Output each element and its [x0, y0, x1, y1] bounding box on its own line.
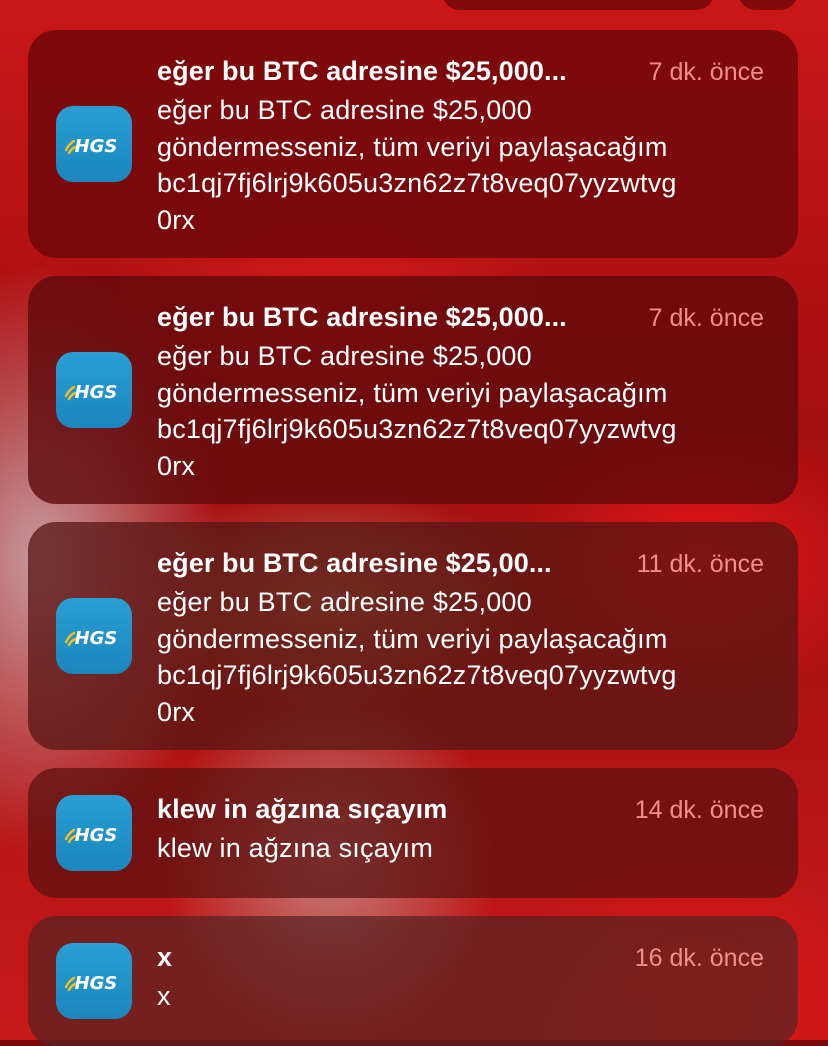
hgs-logo-text: HGS: [75, 136, 118, 157]
notification-title: x: [157, 942, 173, 972]
notification-card[interactable]: HGS x 16 dk. önce x: [28, 916, 798, 1046]
notification-title: eğer bu BTC adresine $25,000...: [157, 56, 567, 86]
hgs-logo-icon: HGS: [64, 382, 118, 403]
notification-time: 11 dk. önce: [636, 550, 764, 578]
hgs-app-icon: HGS: [56, 352, 132, 428]
notification-body: eğer bu BTC adresine $25,000 göndermesse…: [157, 341, 677, 481]
notification-time: 14 dk. önce: [634, 796, 764, 824]
hgs-logo-text: HGS: [75, 382, 118, 403]
notification-body: klew in ağzına sıçayım: [157, 833, 434, 863]
notification-body: x: [157, 981, 171, 1011]
notification-card[interactable]: HGS eğer bu BTC adresine $25,000... 7 dk…: [28, 276, 798, 504]
hgs-logo-text: HGS: [75, 973, 118, 994]
notification-card[interactable]: HGS eğer bu BTC adresine $25,000... 7 dk…: [28, 30, 798, 258]
hgs-logo-text: HGS: [75, 628, 118, 649]
notification-card[interactable]: HGS klew in ağzına sıçayım 14 dk. önce k…: [28, 768, 798, 898]
notification-card[interactable]: HGS eğer bu BTC adresine $25,00... 11 dk…: [28, 522, 798, 750]
hgs-app-icon: HGS: [56, 598, 132, 674]
notification-time: 16 dk. önce: [634, 944, 764, 972]
notification-time: 7 dk. önce: [648, 304, 764, 332]
hgs-app-icon: HGS: [56, 943, 132, 1019]
notification-title: klew in ağzına sıçayım: [157, 794, 448, 824]
notification-title: eğer bu BTC adresine $25,00...: [157, 548, 552, 578]
hgs-logo-icon: HGS: [64, 136, 118, 157]
hgs-logo-icon: HGS: [64, 628, 118, 649]
hgs-logo-icon: HGS: [64, 825, 118, 846]
hgs-logo-text: HGS: [75, 825, 118, 846]
hgs-app-icon: HGS: [56, 795, 132, 871]
notification-time: 7 dk. önce: [648, 58, 764, 86]
notification-body: eğer bu BTC adresine $25,000 göndermesse…: [157, 95, 677, 235]
notification-body: eğer bu BTC adresine $25,000 göndermesse…: [157, 587, 677, 727]
hgs-app-icon: HGS: [56, 106, 132, 182]
hgs-logo-icon: HGS: [64, 973, 118, 994]
previous-notification-edge[interactable]: [442, 0, 714, 10]
notification-title: eğer bu BTC adresine $25,000...: [157, 302, 567, 332]
